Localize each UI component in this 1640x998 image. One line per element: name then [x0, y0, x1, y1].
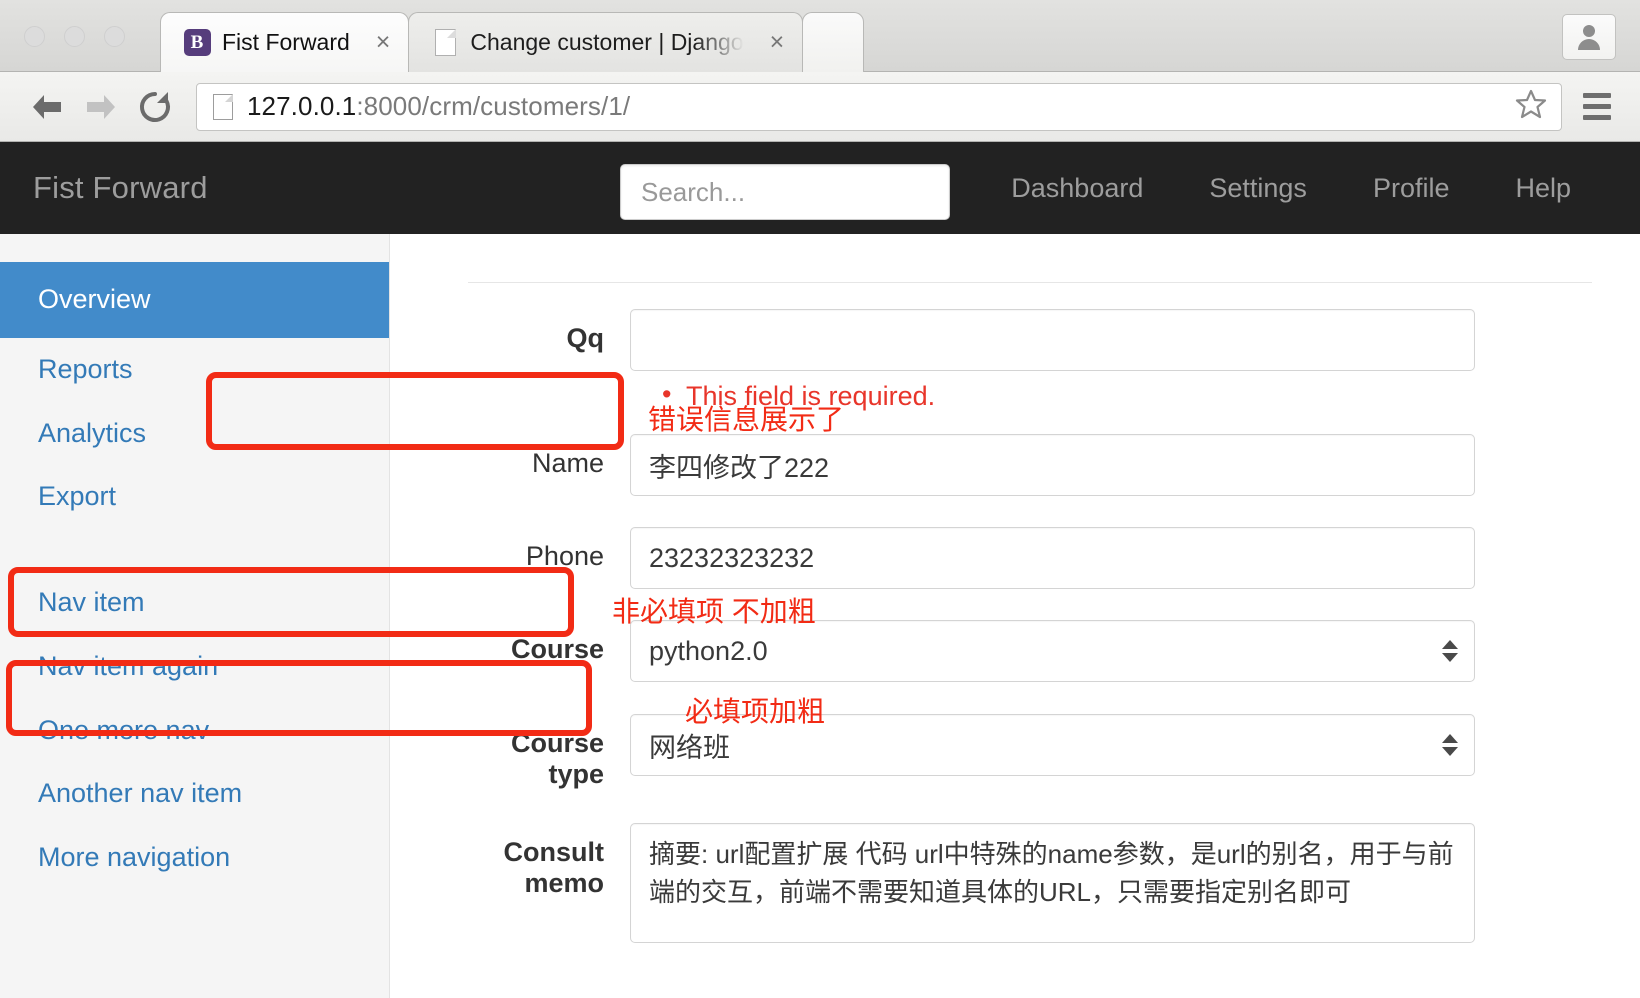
sidebar-item-one-more-nav[interactable]: One more nav — [0, 699, 389, 763]
sidebar-item-overview[interactable]: Overview — [0, 262, 389, 338]
search-input[interactable]: Search... — [620, 164, 950, 220]
annotation-label-error: 错误信息展示了 — [648, 404, 845, 435]
course-type-select-value: 网络班 — [649, 732, 730, 763]
browser-window: B Fist Forward × Change customer | Djang… — [0, 0, 1640, 998]
course-select-value: python2.0 — [649, 635, 768, 666]
field-phone — [630, 527, 1475, 589]
nav-link-profile[interactable]: Profile — [1340, 173, 1483, 204]
main-content: Qq This field is required. Name — [390, 234, 1640, 998]
field-consult-memo: 摘要: url配置扩展 代码 url中特殊的name参数，是url的别名，用于与… — [630, 823, 1475, 948]
sidebar-item-more-navigation[interactable]: More navigation — [0, 826, 389, 890]
page-info-icon — [213, 93, 233, 120]
sidebar-divider — [0, 529, 389, 571]
search-placeholder: Search... — [641, 176, 746, 207]
new-tab-button[interactable] — [802, 12, 865, 72]
name-input[interactable] — [630, 434, 1475, 496]
select-arrows-icon — [1442, 640, 1458, 662]
document-icon — [431, 29, 459, 57]
consult-memo-textarea[interactable]: 摘要: url配置扩展 代码 url中特殊的name参数，是url的别名，用于与… — [630, 823, 1475, 944]
sidebar-item-reports[interactable]: Reports — [0, 338, 389, 402]
bootstrap-b-icon: B — [183, 29, 211, 57]
phone-input[interactable] — [630, 527, 1475, 589]
person-icon — [1576, 24, 1602, 50]
hamburger-icon-line — [1583, 115, 1611, 120]
label-name: Name — [531, 448, 604, 478]
hamburger-icon-line — [1583, 93, 1611, 98]
address-bar[interactable]: 127.0.0.1:8000/crm/customers/1/ — [196, 82, 1562, 131]
browser-tab-strip: B Fist Forward × Change customer | Djang… — [0, 0, 1640, 72]
arrow-left-icon — [33, 94, 61, 119]
form-row-consult-memo: Consult memo 摘要: url配置扩展 代码 url中特殊的name参… — [468, 823, 1592, 948]
nav-link-help[interactable]: Help — [1482, 173, 1604, 204]
reload-icon — [139, 91, 170, 122]
label-course: Course — [510, 634, 604, 664]
hamburger-icon-line — [1583, 104, 1611, 109]
sidebar-nav: Overview Reports Analytics Export Nav it… — [0, 234, 390, 998]
star-icon[interactable] — [1515, 88, 1547, 125]
form-row-qq: Qq This field is required. — [468, 309, 1592, 412]
url-path: :8000/crm/customers/1/ — [356, 91, 631, 121]
address-bar-url: 127.0.0.1:8000/crm/customers/1/ — [247, 91, 630, 122]
sidebar-item-nav-item[interactable]: Nav item — [0, 571, 389, 635]
site-navbar: Fist Forward Search... Dashboard Setting… — [0, 142, 1640, 234]
browser-tab-1-close-icon[interactable]: × — [376, 30, 391, 55]
label-qq: Qq — [566, 323, 605, 353]
window-close-button[interactable] — [24, 26, 45, 47]
field-name — [630, 434, 1475, 496]
window-maximize-button[interactable] — [104, 26, 125, 47]
form-row-name: Name — [468, 434, 1592, 496]
url-host: 127.0.0.1 — [247, 91, 357, 121]
qq-input[interactable] — [630, 309, 1475, 371]
sidebar-item-another-nav-item[interactable]: Another nav item — [0, 762, 389, 826]
browser-tab-2[interactable]: Change customer | Django × — [408, 12, 804, 72]
label-phone: Phone — [525, 541, 604, 571]
navbar-links: Dashboard Settings Profile Help — [978, 142, 1640, 234]
annotation-label-phone: 非必填项 不加粗 — [612, 596, 816, 627]
browser-tab-2-title: Change customer | Django — [470, 29, 744, 55]
sidebar-item-export[interactable]: Export — [0, 465, 389, 529]
content-top-divider — [468, 282, 1592, 283]
browser-tab-1-title: Fist Forward — [222, 29, 350, 55]
browser-menu-button[interactable] — [1574, 83, 1620, 131]
browser-toolbar: 127.0.0.1:8000/crm/customers/1/ — [0, 72, 1640, 142]
window-minimize-button[interactable] — [64, 26, 85, 47]
browser-profile-button[interactable] — [1562, 14, 1616, 60]
label-consult-memo: Consult memo — [503, 837, 605, 899]
reload-button[interactable] — [128, 80, 182, 134]
page-viewport: Fist Forward Search... Dashboard Setting… — [0, 142, 1640, 998]
browser-tab-1[interactable]: B Fist Forward × — [160, 12, 410, 72]
browser-tab-2-close-icon[interactable]: × — [770, 30, 785, 55]
form-row-phone: Phone — [468, 527, 1592, 589]
field-qq: This field is required. — [630, 309, 1475, 412]
sidebar-item-nav-item-again[interactable]: Nav item again — [0, 635, 389, 699]
nav-link-dashboard[interactable]: Dashboard — [978, 173, 1176, 204]
page-body: Overview Reports Analytics Export Nav it… — [0, 234, 1640, 998]
select-arrows-icon — [1442, 734, 1458, 756]
arrow-right-icon — [87, 94, 115, 119]
nav-link-settings[interactable]: Settings — [1176, 173, 1340, 204]
back-button[interactable] — [20, 80, 74, 134]
forward-button[interactable] — [74, 80, 128, 134]
tab-list: B Fist Forward × Change customer | Djang… — [160, 12, 865, 72]
form-row-course-type: Course type 网络班 — [468, 714, 1592, 790]
annotation-label-course: 必填项加粗 — [685, 696, 826, 727]
window-controls[interactable] — [24, 26, 125, 47]
site-brand[interactable]: Fist Forward — [0, 170, 208, 206]
label-course-type: Course type — [510, 728, 604, 790]
sidebar-item-analytics[interactable]: Analytics — [0, 402, 389, 466]
